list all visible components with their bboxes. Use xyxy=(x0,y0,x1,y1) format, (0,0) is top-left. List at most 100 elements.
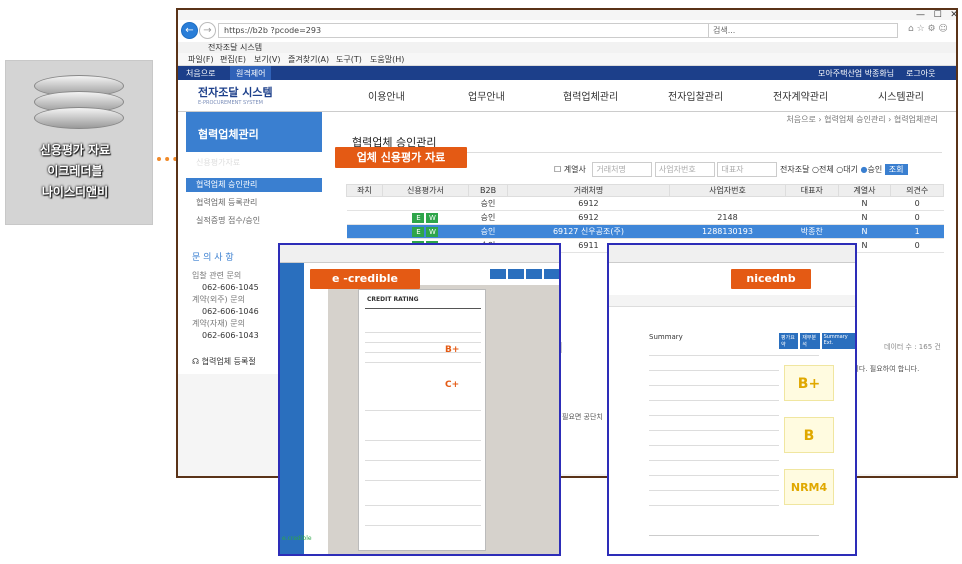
nicednb-label: nicednb xyxy=(731,269,811,289)
btn-summary[interactable]: Summary Ext. xyxy=(821,333,855,349)
back-icon[interactable]: ← xyxy=(181,22,198,39)
table-cell: 승인 xyxy=(468,224,508,239)
nicednb-panel: Summary 평가요약 재무분석 Summary Ext. B+ B NRM4… xyxy=(607,243,857,556)
e-report-button[interactable]: E xyxy=(412,226,425,237)
sidebar-item-faded: 신용평가자료 xyxy=(196,158,241,167)
affiliate-label: 계열사 xyxy=(563,165,586,174)
main-nav: 전자조달 시스템 E-PROCUREMENT SYSTEM 이용안내 업무안내 … xyxy=(178,80,956,112)
sidebar-item-registration[interactable]: 협력업체 등록관리 xyxy=(186,196,322,210)
table-cell: 6912 xyxy=(507,210,670,225)
col-header: 좌치 xyxy=(346,184,383,197)
table-cell xyxy=(669,196,786,211)
table-row[interactable]: E W 승인 69127 신우공조(주) 1288130193 박종찬 N 1 xyxy=(346,224,944,239)
home-link[interactable]: 처음으로 xyxy=(186,68,215,79)
table-cell: 0 xyxy=(890,238,944,253)
search-input[interactable]: 검색... xyxy=(708,23,898,38)
menu-view[interactable]: 보기(V) xyxy=(254,54,280,65)
window-controls[interactable]: — ☐ ✕ xyxy=(916,10,958,20)
w-report-button[interactable]: W xyxy=(426,226,439,237)
table-cell: EW xyxy=(382,210,469,225)
site-topbar: 처음으로 원격제어 모아주택산업 박종화님 로그아웃 xyxy=(178,66,956,80)
status-label: 전자조달 xyxy=(780,165,810,174)
w-report-button[interactable]: W xyxy=(426,212,439,223)
rep-input[interactable]: 대표자 xyxy=(717,162,778,177)
contact-label: 입찰 관련 문의 xyxy=(192,271,242,280)
company-input[interactable]: 거래처명 xyxy=(592,162,653,177)
btn-eval[interactable]: 평가요약 xyxy=(779,333,799,349)
menu-help[interactable]: 도움말(H) xyxy=(370,54,404,65)
nav-bidding[interactable]: 전자입찰관리 xyxy=(668,88,723,103)
table-cell xyxy=(346,210,383,225)
grade-bplus: B+ xyxy=(445,345,460,355)
nicednb-browser-bar xyxy=(609,245,855,263)
nav-business[interactable]: 업무안내 xyxy=(468,88,505,103)
summary-title: Summary xyxy=(649,333,683,341)
table-cell xyxy=(785,210,839,225)
nav-system[interactable]: 시스템관리 xyxy=(878,88,924,103)
remote-control-link[interactable]: 원격제어 xyxy=(230,66,272,80)
sidebar-title: 협력업체관리 xyxy=(186,112,322,152)
table-cell: EW xyxy=(382,224,469,239)
report-title: CREDIT RATING xyxy=(367,296,419,303)
table-cell: 6912 xyxy=(507,196,670,211)
user-name: 모아주택산업 박종화님 xyxy=(818,69,895,78)
table-row[interactable]: E W 승인 6912 2148 N 0 xyxy=(346,210,944,225)
col-header: B2B xyxy=(468,184,508,197)
logout-link[interactable]: 로그아웃 xyxy=(906,68,935,79)
table-cell: 1288130193 xyxy=(669,224,786,239)
menu-file[interactable]: 파일(F) xyxy=(188,54,214,65)
breadcrumb: 처음으로 › 협력업체 승인관리 › 협력업체관리 xyxy=(786,115,938,124)
biznum-input[interactable]: 사업자번호 xyxy=(654,162,715,177)
credit-data-label: 업체 신용평가 자료 xyxy=(335,147,467,168)
nav-usage[interactable]: 이용안내 xyxy=(368,88,405,103)
filter-bar: ☐ 계열사 거래처명 사업자번호 대표자 전자조달 ○전체 ○대기 ●승인 조회 xyxy=(554,162,908,177)
contact-label: 계약(외주) 문의 xyxy=(192,295,245,304)
grade-cplus: C+ xyxy=(445,380,460,390)
table-cell: 2148 xyxy=(669,210,786,225)
ecredible-label: e -credible xyxy=(310,269,420,289)
btn-fin[interactable]: 재무분석 xyxy=(800,333,820,349)
tab-electronic-procurement[interactable]: 전자조달 시스템 xyxy=(208,42,262,53)
menu-bar: 파일(F) 편집(E) 보기(V) 즐겨찾기(A) 도구(T) 도움말(H) xyxy=(178,53,956,66)
table-row[interactable]: 승인 6912 N 0 xyxy=(346,196,944,211)
table-cell xyxy=(346,224,383,239)
forward-icon[interactable]: → xyxy=(199,22,216,39)
col-header: 대표자 xyxy=(785,184,839,197)
inquiry-title: 문 의 사 항 xyxy=(192,253,234,263)
table-cell: 승인 xyxy=(468,196,508,211)
contact-phone: 062-606-1045 xyxy=(202,283,259,292)
contact-label: 계약(자재) 문의 xyxy=(192,319,245,328)
total-count: 데이터 수 : 165 건 xyxy=(884,343,941,351)
url-input[interactable]: https://b2b ?pcode=293 xyxy=(218,23,718,38)
toolbar-icons[interactable]: ⌂ ☆ ⚙ ☺ xyxy=(908,24,948,34)
radio-wait[interactable]: 대기 xyxy=(843,165,858,174)
nav-contract[interactable]: 전자계약관리 xyxy=(773,88,828,103)
nav-partner[interactable]: 협력업체관리 xyxy=(563,88,618,103)
table-cell xyxy=(346,196,383,211)
sidebar-item-approval[interactable]: 협력업체 승인관리 xyxy=(186,178,322,192)
menu-favorites[interactable]: 즐겨찾기(A) xyxy=(288,54,329,65)
search-button[interactable]: 조회 xyxy=(884,164,908,175)
col-header: 거래처명 xyxy=(506,184,670,197)
radio-all[interactable]: 전체 xyxy=(819,165,834,174)
ecredible-toolbar xyxy=(490,269,559,279)
table-header: 좌치 신용평가서 B2B 거래처명 사업자번호 대표자 계열사 의견수 xyxy=(346,184,944,197)
table-cell: 0 xyxy=(890,210,944,225)
table-cell: 승인 xyxy=(468,210,508,225)
radio-approved[interactable]: 승인 xyxy=(868,165,883,174)
sidebar-item-performance[interactable]: 실적증명 접수/승인 xyxy=(186,214,322,228)
menu-tools[interactable]: 도구(T) xyxy=(336,54,362,65)
table-cell: 69127 신우공조(주) xyxy=(507,224,670,239)
col-header: 신용평가서 xyxy=(381,184,470,197)
contact-phone: 062-606-1043 xyxy=(202,331,259,340)
caption-line: 나이스디앤비 xyxy=(41,185,109,199)
database-caption: 신용평가 자료 이크레더블 나이스디앤비 xyxy=(10,140,140,203)
credit-report-page: CREDIT RATING B+ C+ xyxy=(358,289,486,551)
nicednb-tabs xyxy=(609,295,855,307)
table-cell: 0 xyxy=(890,196,944,211)
menu-edit[interactable]: 편집(E) xyxy=(220,54,246,65)
site-logo[interactable]: 전자조달 시스템 xyxy=(198,84,273,100)
e-report-button[interactable]: E xyxy=(412,212,425,223)
manual-link[interactable]: ☊ 협력업체 등록절 xyxy=(192,356,256,367)
affiliate-checkbox[interactable]: ☐ xyxy=(554,165,564,174)
